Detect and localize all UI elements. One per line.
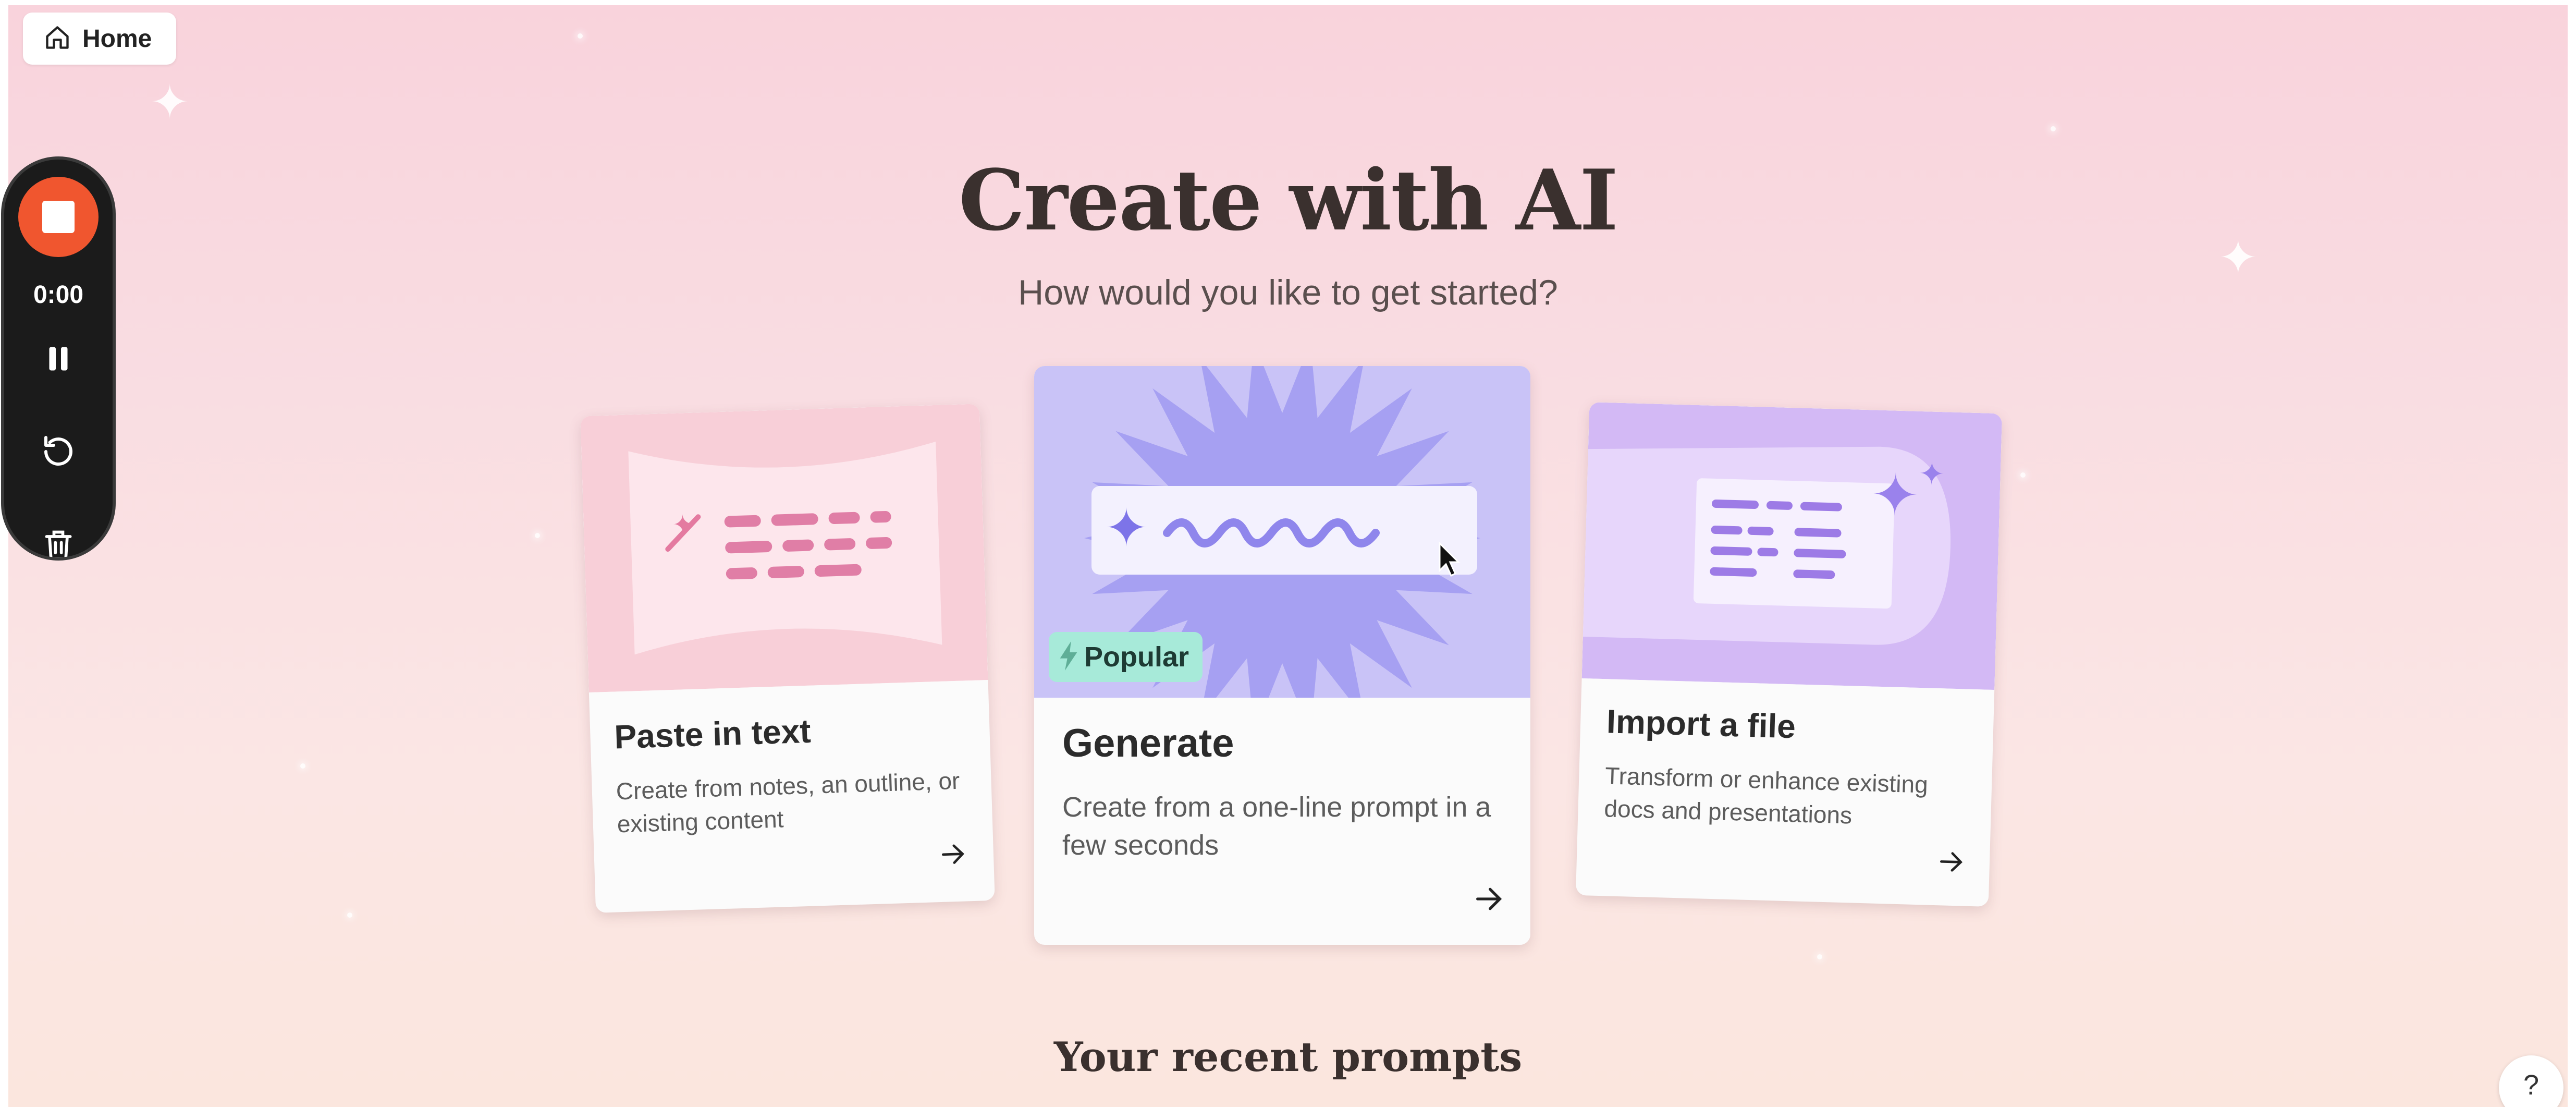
card-title: Paste in text [614,712,812,756]
sparkle-star-icon: ✦ [150,77,190,129]
sparkle-dot [300,763,305,769]
card-description: Create from notes, an outline, or existi… [616,767,961,837]
recent-prompts-heading: Your recent prompts [1053,1033,1523,1081]
recording-timer: 0:00 [33,281,84,309]
svg-text:✦: ✦ [1105,499,1148,557]
help-label: ? [2523,1069,2540,1101]
svg-text:✦: ✦ [1870,463,1920,528]
trash-icon [45,530,72,557]
svg-text:✦: ✦ [672,511,694,539]
stop-icon [42,201,75,233]
sparkle-dot [2020,472,2026,478]
page-background: ✦ ✦ Home Create with AI How would you li… [8,5,2568,1107]
paste-in-text-card[interactable]: ✦ Paste in text Create from notes, an ou… [580,404,995,913]
generate-card[interactable]: ✦ Popular Generate Create from a one-lin… [1034,366,1530,945]
restart-button[interactable] [32,425,84,478]
stop-recording-button[interactable] [18,177,99,257]
paste-text-illustration: ✦ [580,404,988,693]
card-title: Import a file [1606,702,1796,746]
arrow-right-icon [1472,882,1505,918]
home-button[interactable]: Home [23,13,176,65]
sparkle-dot [578,33,583,39]
home-icon [44,24,71,54]
import-file-illustration: ✦ ✦ [1581,402,2003,690]
arrow-right-icon [1936,847,1966,880]
pause-icon [49,347,68,371]
arrow-right-icon [938,839,968,872]
pause-button[interactable] [32,333,84,385]
card-title: Generate [1062,721,1234,765]
card-description: Create from a one-line prompt in a few s… [1062,792,1491,861]
page-title: Create with AI [959,151,1618,249]
sparkle-dot [1817,954,1822,959]
sparkle-dot [535,533,540,538]
sparkle-dot [2051,126,2056,131]
sparkle-dot [347,913,352,918]
svg-text:✦: ✦ [1918,456,1945,492]
restart-icon [44,436,72,466]
card-description: Transform or enhance existing docs and p… [1603,762,1929,829]
delete-button[interactable] [32,519,84,557]
screen-recorder-panel: 0:00 [1,156,116,561]
popular-badge-label: Popular [1084,641,1189,673]
lightning-icon [1058,641,1079,673]
page-subtitle: How would you like to get started? [1018,273,1558,312]
import-file-card[interactable]: ✦ ✦ Import a file Transform or enhance e… [1575,402,2003,907]
home-label: Home [82,25,152,53]
popular-badge: Popular [1049,632,1203,682]
